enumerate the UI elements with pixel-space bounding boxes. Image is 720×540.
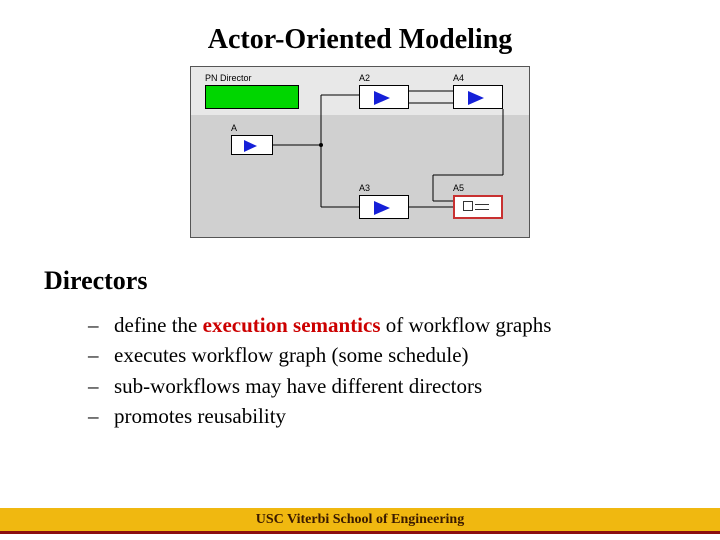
bullet-dash: – [88,310,114,340]
play-icon [244,140,257,152]
actor-a3-label: A3 [359,183,370,193]
actor-a2 [359,85,409,109]
footer-text: USC Viterbi School of Engineering [256,512,464,528]
director-label: PN Director [205,73,252,83]
bullet-dash: – [88,401,114,431]
bullet-list: – define the execution semantics of work… [88,310,680,432]
section-heading: Directors [44,266,680,296]
play-icon [374,91,390,105]
actor-a5-sink [453,195,503,219]
bullet-text: sub-workflows may have different directo… [114,371,482,401]
play-icon [374,201,390,215]
actor-a2-label: A2 [359,73,370,83]
actor-a5-label: A5 [453,183,464,193]
diagram-container: PN Director A2 A4 A A3 A5 [40,66,680,238]
slide-title: Actor-Oriented Modeling [40,24,680,56]
footer-bar: USC Viterbi School of Engineering [0,508,720,534]
bullet-text: promotes reusability [114,401,286,431]
bullet-item: – sub-workflows may have different direc… [88,371,680,401]
bullet-prefix: define the [114,313,203,337]
bullet-prefix: executes workflow graph (some schedule) [114,343,469,367]
actor-a3 [359,195,409,219]
workflow-diagram: PN Director A2 A4 A A3 A5 [190,66,530,238]
bullet-highlight: execution semantics [203,313,381,337]
footer: USC Viterbi School of Engineering [0,504,720,540]
bullet-item: – executes workflow graph (some schedule… [88,340,680,370]
bullet-dash: – [88,340,114,370]
bullet-item: – define the execution semantics of work… [88,310,680,340]
bullet-dash: – [88,371,114,401]
bullet-item: – promotes reusability [88,401,680,431]
bullet-suffix: of workflow graphs [381,313,552,337]
bullet-prefix: promotes reusability [114,404,286,428]
play-icon [468,91,484,105]
bullet-text: define the execution semantics of workfl… [114,310,551,340]
bullet-text: executes workflow graph (some schedule) [114,340,469,370]
slide: Actor-Oriented Modeling PN Director A2 A… [0,0,720,540]
sink-inner-icon [463,201,473,211]
actor-a [231,135,273,155]
pn-director-box [205,85,299,109]
actor-a4 [453,85,503,109]
actor-a-label: A [231,123,237,133]
actor-a4-label: A4 [453,73,464,83]
bullet-prefix: sub-workflows may have different directo… [114,374,482,398]
sink-lines-icon [475,202,491,212]
